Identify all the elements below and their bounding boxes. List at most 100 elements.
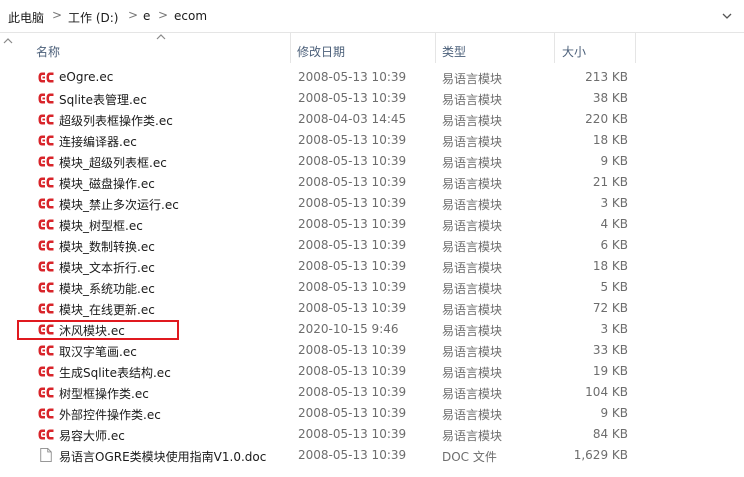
file-type: 易语言模块: [442, 240, 503, 254]
file-size: 213 KB: [585, 70, 628, 84]
ec-module-icon: [38, 176, 54, 189]
file-modified-date: 2008-05-13 10:39: [298, 196, 407, 210]
file-size: 104 KB: [585, 385, 628, 399]
column-header-size[interactable]: 大小: [555, 33, 635, 65]
file-row[interactable]: 易语言OGRE类模块使用指南V1.0.doc 2008-05-13 10:39 DO…: [18, 445, 638, 466]
file-name: 模块_文本折行.ec: [59, 261, 155, 275]
file-name: 模块_禁止多次运行.ec: [59, 198, 179, 212]
file-name: 模块_树型框.ec: [59, 219, 143, 233]
breadcrumb-drive-d[interactable]: 工作 (D:): [68, 9, 118, 26]
file-row[interactable]: Sqlite表管理.ec 2008-05-13 10:39 易语言模块 38 KB: [18, 88, 638, 109]
file-modified-date: 2008-05-13 10:39: [298, 217, 407, 231]
file-row[interactable]: 连接编译器.ec 2008-05-13 10:39 易语言模块 18 KB: [18, 130, 638, 151]
column-header-date-label: 修改日期: [297, 45, 346, 59]
chevron-down-icon: [722, 13, 732, 19]
file-row[interactable]: 易容大师.ec 2008-05-13 10:39 易语言模块 84 KB: [18, 424, 638, 445]
column-header-name[interactable]: 名称: [18, 33, 290, 65]
file-name: 模块_磁盘操作.ec: [59, 177, 155, 191]
file-size: 3 KB: [600, 322, 628, 336]
file-name: 模块_在线更新.ec: [59, 303, 155, 317]
file-modified-date: 2008-05-13 10:39: [298, 175, 407, 189]
file-type: 易语言模块: [442, 303, 503, 317]
breadcrumb-separator[interactable]: >: [52, 8, 62, 22]
file-type: 易语言模块: [442, 324, 503, 338]
column-header-date[interactable]: 修改日期: [291, 33, 435, 65]
file-modified-date: 2008-05-13 10:39: [298, 280, 407, 294]
ec-module-icon: [38, 386, 54, 399]
file-row[interactable]: 取汉字笔画.ec 2008-05-13 10:39 易语言模块 33 KB: [18, 340, 638, 361]
file-type: 易语言模块: [442, 345, 503, 359]
doc-file-icon: [39, 447, 55, 462]
ec-module-icon: [38, 218, 54, 231]
file-size: 9 KB: [600, 154, 628, 168]
file-size: 3 KB: [600, 196, 628, 210]
address-bar[interactable]: 此电脑 > 工作 (D:) > e > ecom: [0, 0, 744, 33]
file-name: 模块_系统功能.ec: [59, 282, 155, 296]
file-type: 易语言模块: [442, 135, 503, 149]
file-type: 易语言模块: [442, 261, 503, 275]
file-name: eOgre.ec: [59, 70, 114, 84]
file-row[interactable]: 模块_磁盘操作.ec 2008-05-13 10:39 易语言模块 21 KB: [18, 172, 638, 193]
column-header-size-label: 大小: [562, 45, 587, 59]
file-modified-date: 2020-10-15 9:46: [298, 322, 399, 336]
file-row[interactable]: 模块_在线更新.ec 2008-05-13 10:39 易语言模块 72 KB: [18, 298, 638, 319]
breadcrumb-this-pc[interactable]: 此电脑: [8, 9, 44, 26]
file-type: 易语言模块: [442, 177, 503, 191]
file-row[interactable]: 模块_文本折行.ec 2008-05-13 10:39 易语言模块 18 KB: [18, 256, 638, 277]
file-name: 模块_超级列表框.ec: [59, 156, 167, 170]
file-name: 易容大师.ec: [59, 429, 125, 443]
file-row[interactable]: 树型框操作类.ec 2008-05-13 10:39 易语言模块 104 KB: [18, 382, 638, 403]
file-modified-date: 2008-05-13 10:39: [298, 259, 407, 273]
breadcrumb-folder-ecom[interactable]: ecom: [174, 9, 207, 23]
file-row[interactable]: 外部控件操作类.ec 2008-05-13 10:39 易语言模块 9 KB: [18, 403, 638, 424]
ec-module-icon: [38, 71, 54, 84]
file-row[interactable]: 模块_超级列表框.ec 2008-05-13 10:39 易语言模块 9 KB: [18, 151, 638, 172]
file-modified-date: 2008-05-13 10:39: [298, 301, 407, 315]
file-size: 84 KB: [592, 427, 628, 441]
file-modified-date: 2008-04-03 14:45: [298, 112, 407, 126]
scroll-up-icon[interactable]: [3, 37, 13, 45]
file-name: Sqlite表管理.ec: [59, 93, 147, 107]
file-modified-date: 2008-05-13 10:39: [298, 70, 407, 84]
address-dropdown-button[interactable]: [717, 6, 737, 26]
file-name: 取汉字笔画.ec: [59, 345, 137, 359]
file-type: DOC 文件: [442, 450, 497, 464]
file-row[interactable]: 模块_禁止多次运行.ec 2008-05-13 10:39 易语言模块 3 KB: [18, 193, 638, 214]
file-row[interactable]: 生成Sqlite表结构.ec 2008-05-13 10:39 易语言模块 19 KB: [18, 361, 638, 382]
file-row[interactable]: 模块_数制转换.ec 2008-05-13 10:39 易语言模块 6 KB: [18, 235, 638, 256]
file-modified-date: 2008-05-13 10:39: [298, 448, 407, 462]
column-divider[interactable]: [635, 33, 636, 63]
ec-module-icon: [38, 92, 54, 105]
file-row[interactable]: 模块_系统功能.ec 2008-05-13 10:39 易语言模块 5 KB: [18, 277, 638, 298]
file-size: 4 KB: [600, 217, 628, 231]
breadcrumb-separator[interactable]: >: [128, 8, 138, 22]
ec-module-icon: [38, 302, 54, 315]
file-row[interactable]: eOgre.ec 2008-05-13 10:39 易语言模块 213 KB: [18, 67, 638, 88]
file-row[interactable]: 超级列表框操作类.ec 2008-04-03 14:45 易语言模块 220 KB: [18, 109, 638, 130]
ec-module-icon: [38, 407, 54, 420]
file-size: 38 KB: [592, 91, 628, 105]
file-modified-date: 2008-05-13 10:39: [298, 91, 407, 105]
file-type: 易语言模块: [442, 93, 503, 107]
column-header-type[interactable]: 类型: [436, 33, 554, 65]
file-row[interactable]: 模块_树型框.ec 2008-05-13 10:39 易语言模块 4 KB: [18, 214, 638, 235]
file-size: 1,629 KB: [573, 448, 628, 462]
breadcrumb-folder-e[interactable]: e: [143, 9, 150, 23]
file-modified-date: 2008-05-13 10:39: [298, 154, 407, 168]
file-type: 易语言模块: [442, 408, 503, 422]
file-type: 易语言模块: [442, 156, 503, 170]
file-type: 易语言模块: [442, 72, 503, 86]
file-name: 模块_数制转换.ec: [59, 240, 155, 254]
ec-module-icon: [38, 239, 54, 252]
navigation-pane-edge: [0, 33, 18, 477]
file-size: 18 KB: [592, 133, 628, 147]
file-modified-date: 2008-05-13 10:39: [298, 406, 407, 420]
file-type: 易语言模块: [442, 282, 503, 296]
file-size: 5 KB: [600, 280, 628, 294]
file-size: 6 KB: [600, 238, 628, 252]
ec-module-icon: [38, 344, 54, 357]
file-size: 21 KB: [592, 175, 628, 189]
breadcrumb-separator[interactable]: >: [158, 8, 168, 22]
file-type: 易语言模块: [442, 198, 503, 212]
file-name: 树型框操作类.ec: [59, 387, 149, 401]
